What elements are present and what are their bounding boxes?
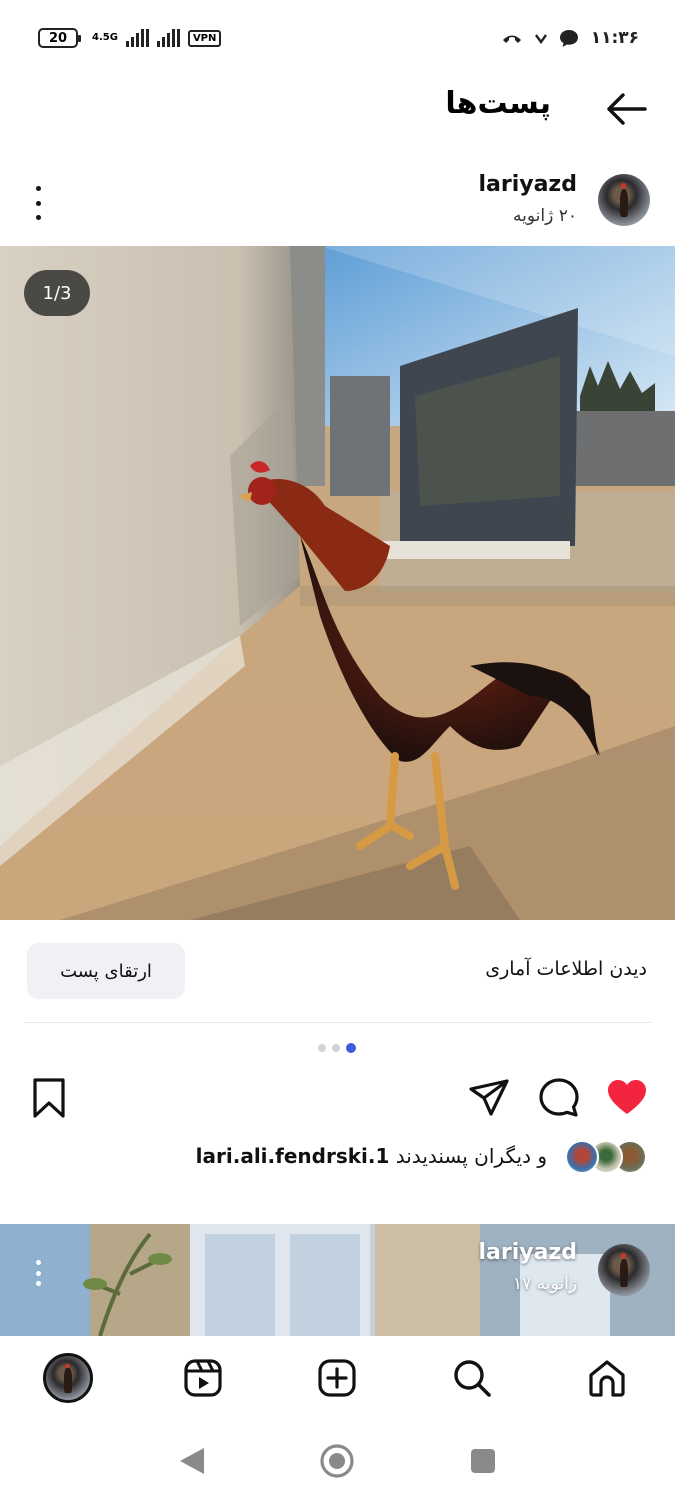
divider: [24, 1022, 652, 1023]
page-title: پست‌ها: [445, 86, 551, 121]
rooster-photo: [0, 246, 675, 920]
avatar: [43, 1353, 93, 1403]
clock: ۱۱:۳۶: [590, 28, 639, 48]
likes-text[interactable]: و دیگران پسندیدند lari.ali.fendrski.1: [196, 1144, 547, 1168]
bookmark-icon[interactable]: [27, 1076, 71, 1120]
more-vertical-icon[interactable]: [30, 186, 46, 220]
network-type: 4.5G: [92, 32, 118, 43]
liker-avatars: [565, 1140, 647, 1174]
signal-icon-2: [156, 29, 180, 47]
app-header: پست‌ها: [0, 80, 675, 140]
username[interactable]: lariyazd: [478, 1240, 577, 1265]
status-bar: 20 4.5G VPN ۱۱:۳۶: [0, 0, 675, 80]
view-insights-link[interactable]: دیدن اطلاعات آماری: [485, 958, 647, 980]
post-image[interactable]: 1/3: [0, 246, 675, 920]
post-date: ۱۷ ژانویه: [513, 1274, 577, 1294]
home-icon[interactable]: [581, 1352, 633, 1404]
system-back-icon[interactable]: [178, 1446, 206, 1476]
signal-icon: [125, 29, 149, 47]
more-vertical-icon[interactable]: [34, 1260, 42, 1286]
profile-avatar[interactable]: [42, 1352, 94, 1404]
avatar[interactable]: [598, 174, 650, 226]
battery-indicator: 20: [38, 28, 81, 48]
search-icon[interactable]: [446, 1352, 498, 1404]
avatar: [565, 1140, 599, 1174]
chevron-down-icon: [534, 34, 547, 44]
image-counter: 1/3: [24, 270, 90, 316]
post-date: ۲۰ ژانویه: [513, 206, 577, 226]
liker-username[interactable]: lari.ali.fendrski.1: [196, 1144, 390, 1168]
carousel-dot-active: [346, 1043, 356, 1053]
system-recents-icon[interactable]: [470, 1448, 496, 1474]
post-header: lariyazd ۲۰ ژانویه: [0, 160, 675, 240]
boost-post-button[interactable]: ارتقای پست: [27, 943, 185, 999]
send-icon[interactable]: [467, 1076, 511, 1120]
heart-icon[interactable]: [605, 1076, 649, 1120]
avatar[interactable]: [598, 1244, 650, 1296]
username[interactable]: lariyazd: [478, 172, 577, 197]
system-home-icon[interactable]: [319, 1443, 355, 1479]
vpn-badge: VPN: [187, 29, 222, 47]
create-icon[interactable]: [311, 1352, 363, 1404]
status-left: 20 4.5G VPN: [38, 28, 222, 48]
likes-prefix: و دیگران پسندیدند: [395, 1144, 547, 1168]
reels-icon[interactable]: [177, 1352, 229, 1404]
comment-icon[interactable]: [537, 1076, 581, 1120]
post-insights-row: ارتقای پست دیدن اطلاعات آماری: [0, 940, 675, 1004]
arrow-left-icon[interactable]: [605, 92, 647, 126]
system-navigation-bar: [0, 1422, 675, 1500]
call-icon: [502, 35, 521, 43]
carousel-dot: [332, 1044, 340, 1052]
message-icon: [559, 30, 578, 47]
bottom-navigation: [0, 1336, 675, 1422]
status-right: ۱۱:۳۶: [501, 28, 639, 48]
next-post-preview[interactable]: lariyazd ۱۷ ژانویه: [0, 1224, 675, 1336]
likes-summary[interactable]: و دیگران پسندیدند lari.ali.fendrski.1: [0, 1138, 675, 1178]
carousel-dot: [318, 1044, 326, 1052]
post-actions: [0, 1070, 675, 1126]
carousel-indicator: [318, 1043, 356, 1053]
